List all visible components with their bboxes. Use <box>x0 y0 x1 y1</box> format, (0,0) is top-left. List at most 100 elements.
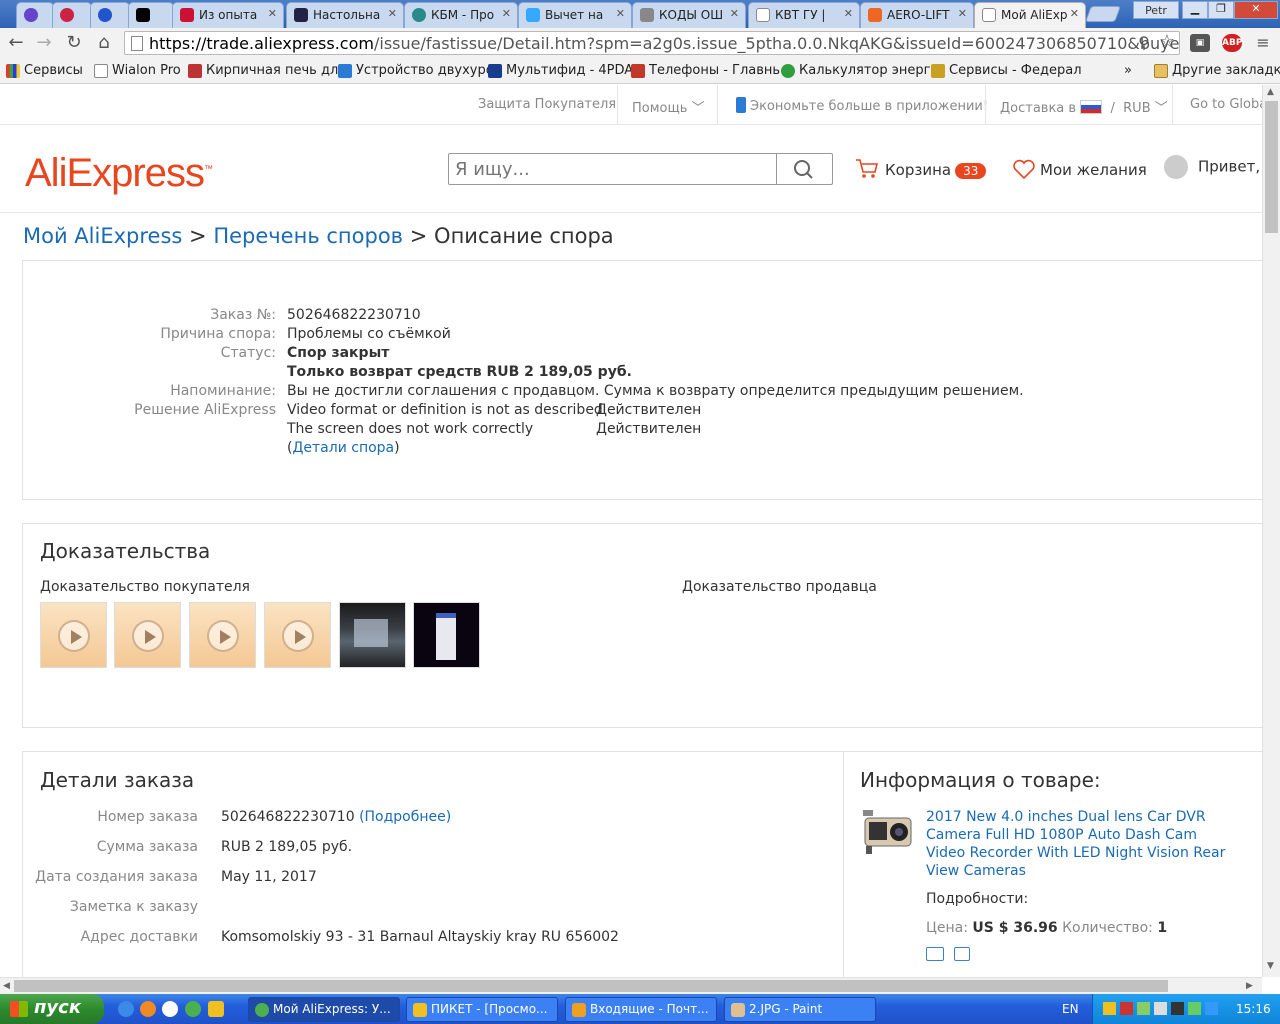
buyer-protection-link[interactable]: Защита Покупателя <box>478 97 616 112</box>
photo-thumbnail[interactable] <box>413 602 480 668</box>
outlook-icon[interactable] <box>208 1001 224 1017</box>
taskbar-item-mail[interactable]: Входящие - Почт... <box>565 997 717 1022</box>
browser-tab-6[interactable]: Настольна ✕ <box>286 2 404 28</box>
maximize-button[interactable]: ❐ <box>1208 1 1234 19</box>
app-promo-label: Экономьте больше в приложении! <box>750 99 989 114</box>
product-name-link[interactable]: 2017 New 4.0 inches Dual lens Car DVR Ca… <box>926 808 1236 880</box>
tray-network-icon[interactable] <box>1137 1002 1150 1015</box>
browser-tab-4[interactable] <box>128 2 174 28</box>
horizontal-scrollbar[interactable]: ◀ ▶ <box>0 977 1262 994</box>
close-icon[interactable]: ✕ <box>958 7 967 20</box>
bookmarks-overflow[interactable]: » <box>1124 63 1132 78</box>
scrollbar-thumb[interactable] <box>14 980 1168 992</box>
ie-icon[interactable] <box>118 1001 134 1017</box>
product-image[interactable] <box>861 808 913 856</box>
tray-app-icon[interactable] <box>1171 1002 1184 1015</box>
divider <box>617 85 618 125</box>
window-close-button[interactable]: ✕ <box>1234 1 1278 19</box>
home-icon[interactable]: ⌂ <box>93 32 115 54</box>
start-button[interactable]: пуск <box>0 994 104 1024</box>
browser-tab-10[interactable]: КВТ ГУ | ✕ <box>748 2 860 28</box>
breadcrumb-my-aliexpress[interactable]: Мой AliExpress <box>23 224 182 248</box>
video-thumbnail[interactable] <box>264 602 331 668</box>
breadcrumb-disputes[interactable]: Перечень споров <box>213 224 403 248</box>
photo-thumbnail[interactable] <box>339 602 406 668</box>
close-icon[interactable]: ✕ <box>730 7 739 20</box>
firefox-icon[interactable] <box>140 1001 156 1017</box>
cart-link[interactable]: Корзина 33 <box>855 158 987 180</box>
close-icon[interactable]: ✕ <box>1070 7 1079 20</box>
ship-to-selector[interactable]: Доставка в / RUB ﹀ <box>1000 97 1168 116</box>
search-input[interactable] <box>449 154 779 184</box>
new-tab-button[interactable] <box>1085 6 1121 22</box>
taskbar-item-paint[interactable]: 2.JPG - Paint <box>724 997 876 1022</box>
vertical-scrollbar[interactable]: ▲ ▼ <box>1262 85 1280 977</box>
close-icon[interactable]: ✕ <box>388 7 397 20</box>
bookmark-4pda[interactable]: Мультифид - 4PDA <box>488 63 633 78</box>
tray-shield-icon[interactable] <box>1188 1002 1201 1015</box>
chrome-icon[interactable] <box>185 1001 201 1017</box>
reload-icon[interactable]: ↻ <box>63 32 85 54</box>
close-icon[interactable]: ✕ <box>502 7 511 20</box>
browser-tab-11[interactable]: AERO-LIFT ✕ <box>860 2 974 28</box>
wishlist-link[interactable]: Мои желания <box>1012 158 1147 180</box>
bookmark-wialon[interactable]: Wialon Pro <box>94 63 181 78</box>
bookmark-brick-oven[interactable]: Кирпичная печь дл <box>188 63 338 78</box>
extension-icon[interactable]: ▣ <box>1190 34 1210 52</box>
close-icon[interactable]: ✕ <box>268 7 277 20</box>
browser-tab-5[interactable]: Из опыта ✕ <box>172 2 284 28</box>
language-indicator[interactable]: EN <box>1062 1002 1079 1016</box>
help-label: Помощь <box>632 101 688 116</box>
dispute-details-link[interactable]: Детали спора <box>292 440 394 456</box>
back-arrow-icon[interactable]: ← <box>5 32 27 54</box>
bookmark-phones[interactable]: Телефоны - Главнь <box>631 63 780 78</box>
shipping-truck-icon[interactable] <box>926 947 944 961</box>
other-bookmarks-folder[interactable]: Другие закладки <box>1154 63 1280 78</box>
account-menu[interactable]: Привет, <box>1164 155 1260 179</box>
bookmark-device[interactable]: Устройство двухуро <box>338 63 494 78</box>
adblock-icon[interactable]: ABP <box>1222 34 1242 52</box>
browser-tab-7[interactable]: КБМ - Про ✕ <box>404 2 518 28</box>
tray-flag-icon[interactable] <box>1120 1002 1133 1015</box>
star-bookmark-icon[interactable]: ☆ <box>1156 31 1178 53</box>
minimize-button[interactable]: ▁ <box>1182 1 1208 19</box>
close-icon[interactable]: ✕ <box>844 7 853 20</box>
profile-badge[interactable]: Petr <box>1133 1 1179 19</box>
browser-tab-1[interactable] <box>16 2 54 28</box>
menu-icon[interactable]: ≡ <box>1252 32 1274 54</box>
global-site-link[interactable]: Go to Globa <box>1190 97 1262 112</box>
browser-tab-9[interactable]: КОДЫ ОШ ✕ <box>632 2 746 28</box>
tray-volume-icon[interactable] <box>1154 1002 1167 1015</box>
browser-tab-8[interactable]: Вычет на ✕ <box>518 2 632 28</box>
scroll-left-arrow-icon[interactable]: ◀ <box>3 981 10 991</box>
tray-outlook-icon[interactable] <box>1103 1002 1116 1015</box>
aliexpress-logo[interactable]: AliExpress™ <box>25 151 213 196</box>
tray-sync-icon[interactable] <box>1205 1002 1218 1015</box>
zoom-icon[interactable]: ⚲ <box>1133 32 1155 54</box>
package-box-icon[interactable] <box>954 947 970 961</box>
clock-icon[interactable] <box>162 1001 178 1017</box>
video-thumbnail[interactable] <box>40 602 107 668</box>
bookmark-energy-calc[interactable]: Калькулятор энерго <box>781 63 938 78</box>
browser-tab-active[interactable]: Мой AliExp ✕ <box>974 2 1086 28</box>
app-promo-link[interactable]: Экономьте больше в приложении! <box>736 97 988 114</box>
taskbar-item-piket[interactable]: ПИКЕТ - [Просмо... <box>406 997 558 1022</box>
close-icon[interactable]: ✕ <box>616 7 625 20</box>
address-bar[interactable]: https://trade.aliexpress.com/issue/fasti… <box>124 31 1180 55</box>
taskbar-item-chrome[interactable]: Мой AliExpress: У... <box>248 997 400 1022</box>
browser-tab-3[interactable] <box>90 2 130 28</box>
search-button[interactable] <box>776 154 832 184</box>
scroll-up-arrow-icon[interactable]: ▲ <box>1267 87 1274 97</box>
forward-arrow-icon[interactable]: → <box>33 32 55 54</box>
browser-tab-2[interactable] <box>52 2 92 28</box>
video-thumbnail[interactable] <box>189 602 256 668</box>
bookmark-services[interactable]: Сервисы <box>6 63 83 78</box>
help-menu[interactable]: Помощь ﹀ <box>632 97 705 116</box>
order-more-link[interactable]: (Подробнее) <box>359 809 451 825</box>
video-thumbnail[interactable] <box>114 602 181 668</box>
scrollbar-thumb[interactable] <box>1265 101 1278 233</box>
scroll-right-arrow-icon[interactable]: ▶ <box>1246 981 1253 991</box>
clock[interactable]: 15:16 <box>1236 1002 1271 1016</box>
bookmark-federal[interactable]: Сервисы - Федерал <box>931 63 1082 78</box>
scroll-down-arrow-icon[interactable]: ▼ <box>1267 961 1274 971</box>
